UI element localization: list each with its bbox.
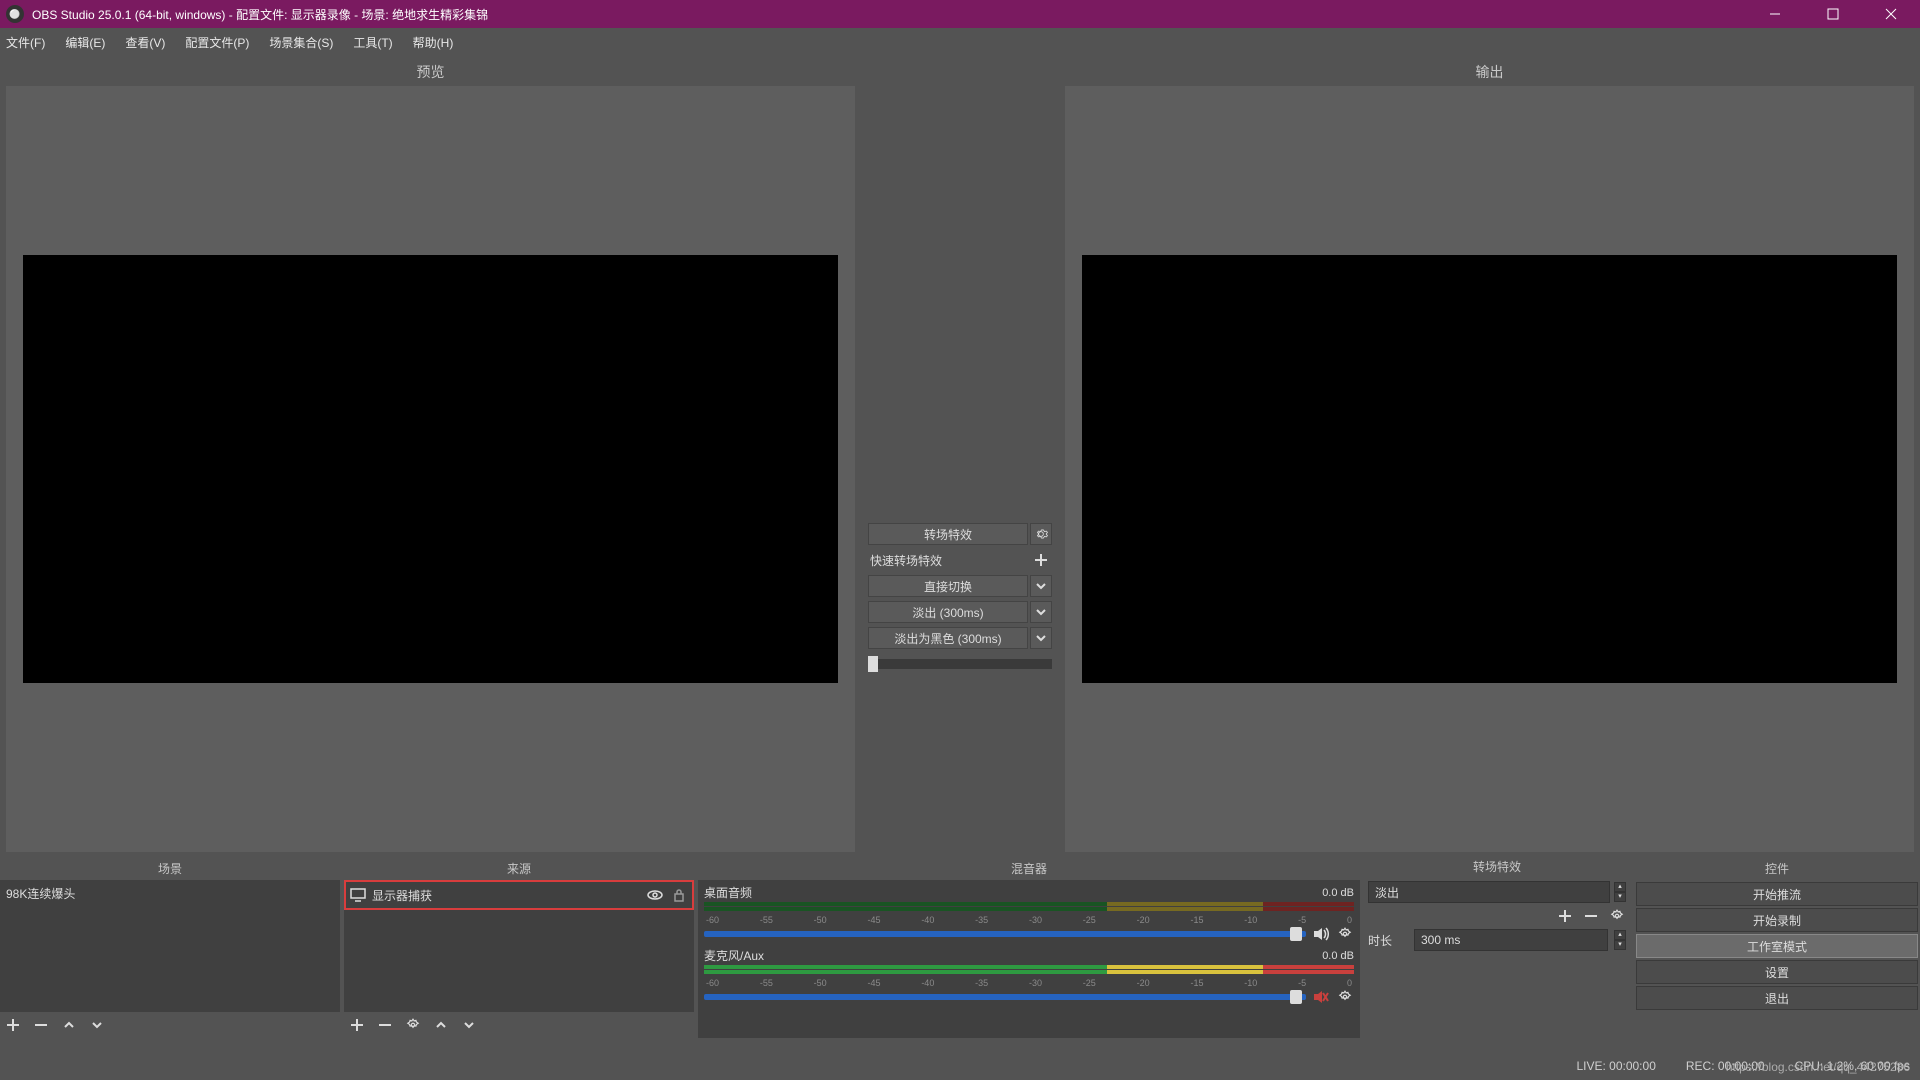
- start-stream-button[interactable]: 开始推流: [1636, 882, 1918, 906]
- minimize-button[interactable]: [1746, 0, 1804, 28]
- mixer-channel-db: 0.0 dB: [1322, 887, 1354, 899]
- preview-canvas: [23, 255, 838, 684]
- chevron-down-icon[interactable]: [1030, 575, 1052, 597]
- chevron-down-icon[interactable]: [1030, 627, 1052, 649]
- menu-scene-collection[interactable]: 场景集合(S): [269, 34, 333, 51]
- mixer-ticks: -60-55-50-45-40-35-30-25-20-15-10-50: [704, 915, 1354, 923]
- menu-tools[interactable]: 工具(T): [353, 34, 392, 51]
- dock-mixer-title[interactable]: 混音器: [698, 856, 1360, 880]
- sources-toolbar: [344, 1012, 694, 1038]
- dock-transition-title[interactable]: 转场特效: [1364, 856, 1630, 877]
- volume-thumb[interactable]: [1290, 990, 1302, 1004]
- dock-sources-title[interactable]: 来源: [344, 856, 694, 880]
- exit-button[interactable]: 退出: [1636, 986, 1918, 1010]
- title-bar: ⚪ OBS Studio 25.0.1 (64-bit, windows) - …: [0, 0, 1920, 28]
- menu-help[interactable]: 帮助(H): [413, 34, 454, 51]
- remove-source-icon[interactable]: [376, 1016, 394, 1034]
- mixer-meter: [704, 965, 1354, 978]
- volume-thumb[interactable]: [1290, 927, 1302, 941]
- duration-spin[interactable]: ▴▾: [1614, 930, 1626, 950]
- status-bar: LIVE: 00:00:00 REC: 00:00:00 CPU: 1.2%, …: [0, 1052, 1920, 1080]
- source-name: 显示器捕获: [372, 887, 640, 904]
- quick-transition-cut[interactable]: 直接切换: [868, 575, 1028, 597]
- main-area: 预览 转场特效 快速转场特效 直接切换 淡出 (300ms) 淡出为黑色 (30…: [0, 56, 1920, 856]
- source-down-icon[interactable]: [460, 1016, 478, 1034]
- menu-bar: 文件(F) 编辑(E) 查看(V) 配置文件(P) 场景集合(S) 工具(T) …: [0, 28, 1920, 56]
- menu-profile[interactable]: 配置文件(P): [185, 34, 249, 51]
- transition-select[interactable]: 淡出: [1368, 881, 1610, 903]
- dock-scenes-title[interactable]: 场景: [0, 856, 340, 880]
- menu-view[interactable]: 查看(V): [125, 34, 165, 51]
- source-up-icon[interactable]: [432, 1016, 450, 1034]
- quick-transition-fade[interactable]: 淡出 (300ms): [868, 601, 1028, 623]
- preview-canvas-wrap[interactable]: [6, 86, 855, 852]
- dock-mixer: 混音器 桌面音频 0.0 dB -60-55-50-45-40-35-30-25…: [698, 856, 1360, 1038]
- mixer-channel-db: 0.0 dB: [1322, 950, 1354, 962]
- scenes-toolbar: [0, 1012, 340, 1038]
- menu-file[interactable]: 文件(F): [6, 34, 45, 51]
- tbar-slider[interactable]: [868, 659, 1052, 669]
- maximize-button[interactable]: [1804, 0, 1862, 28]
- channel-settings-icon[interactable]: [1336, 925, 1354, 943]
- transition-settings-icon[interactable]: [1030, 523, 1052, 545]
- mixer-channel-name: 麦克风/Aux: [704, 947, 1322, 964]
- docks-row: 场景 98K连续爆头 来源 显示器捕获: [0, 856, 1920, 1038]
- transition-dock-settings-icon[interactable]: [1608, 907, 1626, 925]
- volume-slider[interactable]: [704, 931, 1306, 937]
- transition-spin[interactable]: ▴▾: [1614, 882, 1626, 902]
- mixer-meter: [704, 902, 1354, 915]
- status-live: LIVE: 00:00:00: [1576, 1059, 1655, 1073]
- close-button[interactable]: [1862, 0, 1920, 28]
- source-settings-icon[interactable]: [404, 1016, 422, 1034]
- add-source-icon[interactable]: [348, 1016, 366, 1034]
- output-canvas-wrap[interactable]: [1065, 86, 1914, 852]
- remove-transition-icon[interactable]: [1582, 907, 1600, 925]
- add-scene-icon[interactable]: [4, 1016, 22, 1034]
- preview-label: 预览: [6, 60, 855, 86]
- volume-slider[interactable]: [704, 994, 1306, 1000]
- transition-center-column: 转场特效 快速转场特效 直接切换 淡出 (300ms) 淡出为黑色 (300ms…: [855, 60, 1065, 852]
- transition-button[interactable]: 转场特效: [868, 523, 1028, 545]
- watermark-text: https://blog.csdn.net/qq_44275286: [1726, 1060, 1910, 1074]
- obs-logo-icon: ⚪: [6, 5, 24, 23]
- mixer-channel-name: 桌面音频: [704, 884, 1322, 901]
- start-record-button[interactable]: 开始录制: [1636, 908, 1918, 932]
- quick-transition-fadeblack[interactable]: 淡出为黑色 (300ms): [868, 627, 1028, 649]
- duration-label: 时长: [1368, 932, 1408, 949]
- scene-up-icon[interactable]: [60, 1016, 78, 1034]
- remove-scene-icon[interactable]: [32, 1016, 50, 1034]
- dock-transition: 转场特效 淡出 ▴▾ 时长 300 ms ▴▾: [1364, 856, 1630, 1038]
- settings-button[interactable]: 设置: [1636, 960, 1918, 984]
- mixer-channel: 麦克风/Aux 0.0 dB -60-55-50-45-40-35-30-25-…: [704, 947, 1354, 1006]
- menu-edit[interactable]: 编辑(E): [65, 34, 105, 51]
- window-title: OBS Studio 25.0.1 (64-bit, windows) - 配置…: [32, 6, 488, 23]
- add-quick-transition-icon[interactable]: [1030, 549, 1052, 571]
- lock-icon[interactable]: [670, 886, 688, 904]
- output-canvas: [1082, 255, 1897, 684]
- source-item[interactable]: 显示器捕获: [346, 882, 692, 908]
- dock-controls-title[interactable]: 控件: [1634, 856, 1920, 880]
- output-label: 输出: [1065, 60, 1914, 86]
- duration-input[interactable]: 300 ms: [1414, 929, 1608, 951]
- dock-scenes: 场景 98K连续爆头: [0, 856, 340, 1038]
- quick-transition-label: 快速转场特效: [868, 549, 1028, 571]
- studio-mode-button[interactable]: 工作室模式: [1636, 934, 1918, 958]
- add-transition-icon[interactable]: [1556, 907, 1574, 925]
- tbar-thumb[interactable]: [868, 656, 878, 672]
- dock-controls: 控件 开始推流 开始录制 工作室模式 设置 退出: [1634, 856, 1920, 1038]
- speaker-icon[interactable]: [1312, 925, 1330, 943]
- speaker-muted-icon[interactable]: [1312, 988, 1330, 1006]
- channel-settings-icon[interactable]: [1336, 988, 1354, 1006]
- mixer-ticks: -60-55-50-45-40-35-30-25-20-15-10-50: [704, 978, 1354, 986]
- dock-sources: 来源 显示器捕获: [344, 856, 694, 1038]
- visibility-icon[interactable]: [646, 886, 664, 904]
- scene-item[interactable]: 98K连续爆头: [0, 880, 340, 906]
- chevron-down-icon[interactable]: [1030, 601, 1052, 623]
- monitor-icon: [350, 888, 366, 902]
- mixer-channel: 桌面音频 0.0 dB -60-55-50-45-40-35-30-25-20-…: [704, 884, 1354, 943]
- scene-down-icon[interactable]: [88, 1016, 106, 1034]
